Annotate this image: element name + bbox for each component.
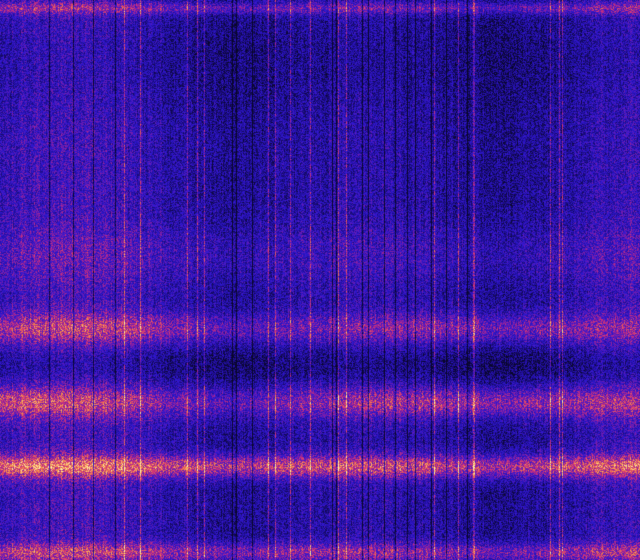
spectrogram-image [0, 0, 640, 560]
spectrogram-canvas [0, 0, 640, 560]
